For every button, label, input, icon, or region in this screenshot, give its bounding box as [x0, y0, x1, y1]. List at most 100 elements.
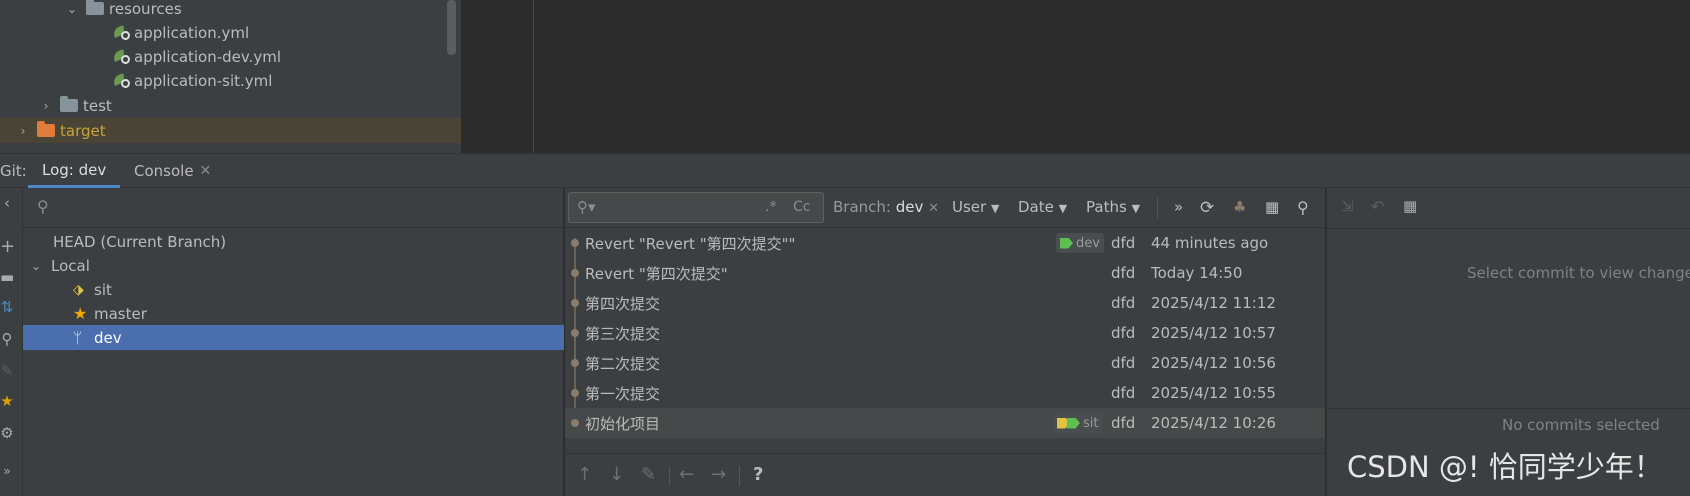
- commit-row[interactable]: 第四次提交 dfd 2025/4/12 11:12: [565, 288, 1325, 318]
- paths-filter[interactable]: Paths ▼: [1086, 198, 1140, 216]
- help-icon[interactable]: ?: [753, 464, 763, 485]
- chevron-right-icon[interactable]: ›: [15, 124, 31, 138]
- tree-item-label: target: [60, 121, 106, 140]
- tree-item-label: resources: [109, 0, 182, 18]
- search-icon[interactable]: ⚲: [0, 330, 14, 348]
- more-filters-icon[interactable]: »: [1174, 198, 1183, 216]
- paths-filter-label: Paths: [1086, 198, 1127, 216]
- toolbar-divider: [669, 466, 670, 486]
- arrow-left-icon[interactable]: ←: [679, 464, 694, 485]
- arrow-down-icon[interactable]: ↓: [609, 464, 624, 485]
- search-icon[interactable]: ⚲: [1297, 198, 1309, 217]
- details-toolbar: ⇲ ↶ ▦: [1327, 188, 1690, 229]
- edit-icon: ✎: [0, 362, 14, 380]
- graph-node: [571, 419, 579, 427]
- commit-message: Revert "第四次提交": [585, 264, 728, 283]
- match-case-toggle[interactable]: Cc: [793, 199, 810, 215]
- arrow-right-icon[interactable]: →: [711, 464, 726, 485]
- branch-filter[interactable]: Branch: dev ✕: [833, 198, 939, 216]
- edit-icon[interactable]: ✎: [641, 464, 656, 485]
- date-filter[interactable]: Date ▼: [1018, 198, 1067, 216]
- commit-author: dfd: [1111, 354, 1136, 372]
- tree-item-label: application-sit.yml: [134, 71, 273, 90]
- select-commit-hint: Select commit to view changes: [1467, 264, 1690, 282]
- commit-log-panel: ⚲▾ .* Cc Branch: dev ✕ User ▼ Date ▼ Pat…: [565, 188, 1325, 496]
- commit-message: 第一次提交: [585, 384, 661, 403]
- no-commits-hint: No commits selected: [1502, 416, 1660, 434]
- tab-label: Console: [134, 162, 194, 180]
- regex-toggle[interactable]: .*: [765, 199, 776, 215]
- layout-options-icon[interactable]: ▦: [1265, 198, 1279, 216]
- branch-label: dev: [94, 328, 122, 347]
- tab-console[interactable]: Console ✕: [134, 154, 211, 188]
- commit-author: dfd: [1111, 324, 1136, 342]
- commit-author: dfd: [1111, 264, 1136, 282]
- branch-search-input[interactable]: [63, 196, 547, 220]
- more-icon[interactable]: »: [0, 464, 14, 478]
- commit-author: dfd: [1111, 384, 1136, 402]
- graph-node: [571, 269, 579, 277]
- close-icon[interactable]: ✕: [200, 163, 212, 179]
- tab-log-dev[interactable]: Log: dev: [28, 154, 121, 188]
- editor-area[interactable]: [461, 0, 1690, 153]
- commit-author: dfd: [1111, 414, 1136, 432]
- chevron-down-icon: ▼: [1058, 202, 1068, 215]
- arrow-up-icon[interactable]: ↑: [577, 464, 592, 485]
- commit-message: 第三次提交: [585, 324, 661, 343]
- chevron-down-icon[interactable]: ⌄: [31, 259, 51, 273]
- search-icon: ⚲▾: [577, 198, 596, 216]
- commit-row[interactable]: 初始化项目 sit dfd 2025/4/12 10:26: [565, 408, 1325, 438]
- star-icon[interactable]: ★: [0, 392, 14, 410]
- refresh-icon[interactable]: ⟳: [1200, 198, 1214, 218]
- branch-search-bar[interactable]: ⚲: [23, 188, 564, 228]
- graph-node: [571, 359, 579, 367]
- delete-icon[interactable]: ▬: [0, 268, 14, 286]
- spring-config-icon: [111, 48, 132, 66]
- details-divider: [1327, 408, 1690, 409]
- branch-item-dev[interactable]: ᛘ dev: [23, 325, 564, 350]
- search-icon: ⚲: [37, 197, 49, 216]
- commit-row[interactable]: 第三次提交 dfd 2025/4/12 10:57: [565, 318, 1325, 348]
- tree-item-resources[interactable]: ⌄ resources: [64, 0, 182, 21]
- clear-icon[interactable]: ✕: [928, 201, 939, 216]
- log-search-input[interactable]: ⚲▾ .* Cc: [568, 192, 824, 223]
- tool-window-title: Git:: [0, 162, 27, 180]
- date-filter-label: Date: [1018, 198, 1054, 216]
- commit-date: 2025/4/12 10:26: [1151, 414, 1276, 432]
- add-icon[interactable]: +: [0, 236, 15, 257]
- spring-config-icon: [111, 72, 132, 90]
- chevron-down-icon[interactable]: ⌄: [64, 2, 80, 16]
- branch-icon: ᛘ: [73, 328, 83, 347]
- commit-author: dfd: [1111, 294, 1136, 312]
- commit-date: 2025/4/12 10:56: [1151, 354, 1276, 372]
- update-icon[interactable]: ⇅: [0, 298, 14, 316]
- chevron-right-icon[interactable]: ›: [38, 99, 54, 113]
- tree-item-application-dev-yml[interactable]: application-dev.yml: [111, 44, 281, 69]
- branch-group-local[interactable]: ⌄ Local: [23, 253, 564, 278]
- branch-item-sit[interactable]: ⬗ sit: [23, 277, 564, 302]
- commit-row[interactable]: Revert "第四次提交" dfd Today 14:50: [565, 258, 1325, 288]
- git-actions-strip: ‹ + ▬ ⇅ ⚲ ✎ ★ ⚙ »: [0, 188, 23, 496]
- tab-label: Log: dev: [42, 160, 107, 179]
- tag-icon: ⬗: [73, 281, 84, 298]
- tree-item-target[interactable]: › target: [0, 118, 461, 143]
- collapse-left-icon[interactable]: ‹: [0, 194, 14, 212]
- branch-item-head[interactable]: HEAD (Current Branch): [23, 229, 564, 254]
- tree-scrollbar[interactable]: [447, 0, 456, 55]
- cherry-pick-icon[interactable]: ♣: [1233, 198, 1246, 216]
- branch-item-master[interactable]: ★ master: [23, 301, 564, 326]
- user-filter[interactable]: User ▼: [952, 198, 999, 216]
- tree-item-application-yml[interactable]: application.yml: [111, 20, 249, 45]
- commit-date: 2025/4/12 10:55: [1151, 384, 1276, 402]
- tool-window-header: Git: Log: dev Console ✕: [0, 153, 1690, 188]
- tag-icon: [1060, 237, 1073, 249]
- tree-item-application-sit-yml[interactable]: application-sit.yml: [111, 68, 273, 93]
- layout-options-icon[interactable]: ▦: [1403, 197, 1417, 215]
- commit-row[interactable]: 第二次提交 dfd 2025/4/12 10:56: [565, 348, 1325, 378]
- tree-item-test[interactable]: › test: [38, 93, 112, 118]
- settings-icon[interactable]: ⚙: [0, 424, 14, 442]
- commit-row[interactable]: Revert "Revert "第四次提交"" dev dfd 44 minut…: [565, 228, 1325, 258]
- commit-date: 2025/4/12 11:12: [1151, 294, 1276, 312]
- tag-icon: [1067, 417, 1080, 429]
- commit-row[interactable]: 第一次提交 dfd 2025/4/12 10:55: [565, 378, 1325, 408]
